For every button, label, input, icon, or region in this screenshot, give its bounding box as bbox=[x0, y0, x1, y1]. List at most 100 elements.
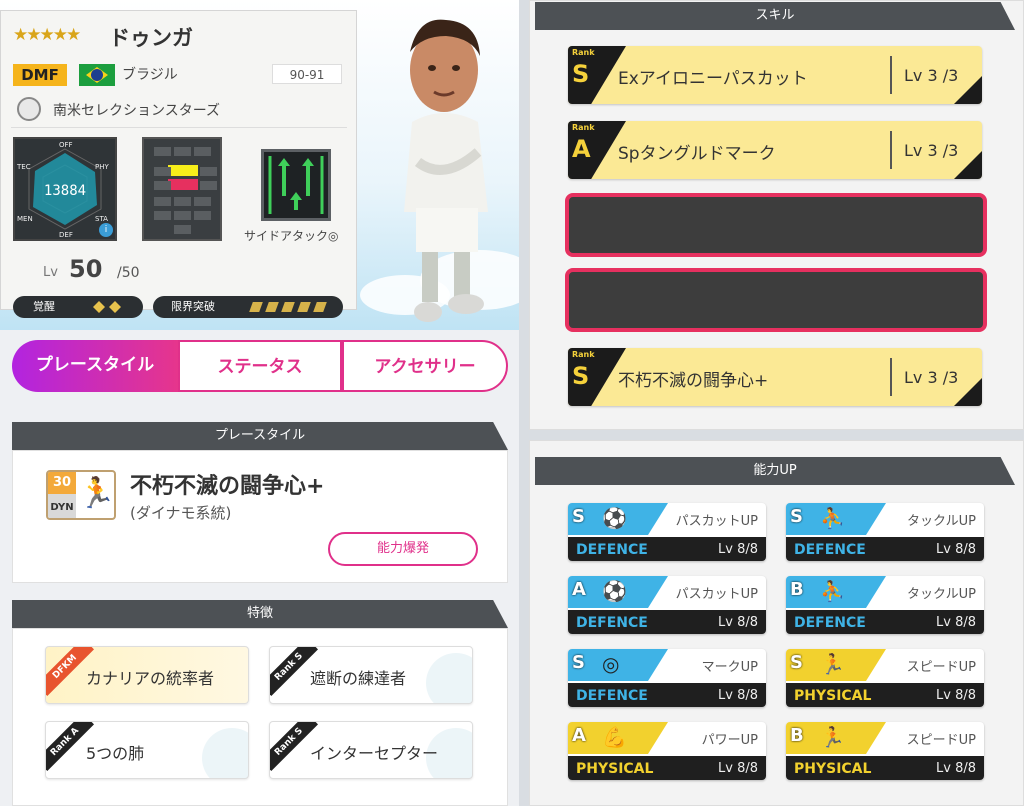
ability-card[interactable]: A ⚽ パスカットUP DEFENCE Lv 8/8 bbox=[568, 576, 766, 634]
ability-name: タックルUP bbox=[907, 514, 976, 529]
ability-rank: S bbox=[572, 652, 585, 673]
ability-burst-button[interactable]: 能力爆発 bbox=[328, 532, 478, 566]
ability-name: パスカットUP bbox=[675, 514, 758, 529]
ability-category: PHYSICAL bbox=[576, 761, 654, 777]
ability-card[interactable]: A 💪 パワーUP PHYSICAL Lv 8/8 bbox=[568, 722, 766, 780]
ability-icon: ⛹ bbox=[820, 579, 845, 603]
playstyle-subtitle: (ダイナモ系統) bbox=[130, 504, 232, 522]
ability-category: DEFENCE bbox=[576, 615, 648, 631]
trait-item[interactable]: Rank S インターセプター bbox=[269, 721, 473, 779]
ability-category: DEFENCE bbox=[794, 542, 866, 558]
trait-item[interactable]: DFKM カナリアの統率者 bbox=[45, 646, 249, 704]
skill-level: Lv 3 /3 bbox=[904, 368, 959, 387]
radar-men-label: MEN bbox=[17, 215, 33, 223]
trait-label: カナリアの統率者 bbox=[86, 669, 215, 688]
rarity-stars: ★★★★★ bbox=[13, 25, 81, 45]
skills-header: スキル bbox=[535, 2, 1015, 30]
ability-rank: B bbox=[790, 725, 804, 746]
trait-label: 5つの肺 bbox=[86, 744, 145, 763]
team-logo-icon bbox=[17, 97, 41, 121]
ability-icon: 🏃 bbox=[820, 725, 845, 749]
skill-card[interactable]: Rank A Spタングルドマーク Lv 3 /3 bbox=[568, 121, 982, 179]
nation-label: ブラジル bbox=[122, 67, 178, 83]
ability-level: Lv 8/8 bbox=[718, 688, 758, 703]
ability-name: マークUP bbox=[701, 660, 758, 675]
ability-name: スピードUP bbox=[906, 660, 976, 675]
ability-icon: ◎ bbox=[602, 652, 620, 676]
ability-level: Lv 8/8 bbox=[936, 761, 976, 776]
ability-name: スピードUP bbox=[906, 733, 976, 748]
tab-status[interactable]: ステータス bbox=[178, 340, 342, 392]
radar-phy-label: PHY bbox=[95, 163, 109, 171]
limit-break-bar: 限界突破 bbox=[153, 296, 343, 318]
brazil-flag-icon bbox=[79, 64, 115, 86]
ability-card[interactable]: S ◎ マークUP DEFENCE Lv 8/8 bbox=[568, 649, 766, 707]
ability-header: 能力UP bbox=[535, 457, 1015, 485]
era-label: 90-91 bbox=[272, 64, 342, 84]
awaken-diamond-icon bbox=[93, 301, 105, 313]
player-card: ★★★★★ ドゥンガ DMF ブラジル 90-91 南米セレクションスターズ O… bbox=[0, 10, 357, 318]
player-figure bbox=[388, 12, 500, 337]
ability-level: Lv 8/8 bbox=[718, 761, 758, 776]
ability-level: Lv 8/8 bbox=[718, 615, 758, 630]
trait-item[interactable]: Rank A 5つの肺 bbox=[45, 721, 249, 779]
trait-item[interactable]: Rank S 遮断の練達者 bbox=[269, 646, 473, 704]
radar-def-label: DEF bbox=[59, 231, 73, 239]
ability-card[interactable]: S ⚽ パスカットUP DEFENCE Lv 8/8 bbox=[568, 503, 766, 561]
badge-number: 30 bbox=[48, 472, 76, 494]
skill-card[interactable]: Rank S 不朽不滅の闘争心+ Lv 3 /3 bbox=[568, 348, 982, 406]
tab-accessory[interactable]: アクセサリー bbox=[342, 340, 508, 392]
divider bbox=[11, 127, 347, 128]
ability-card[interactable]: S ⛹ タックルUP DEFENCE Lv 8/8 bbox=[786, 503, 984, 561]
ability-rank: B bbox=[790, 579, 804, 600]
player-name: ドゥンガ bbox=[109, 26, 193, 50]
ability-rank: S bbox=[572, 506, 585, 527]
radar-off-label: OFF bbox=[59, 141, 73, 149]
side-attack-icon bbox=[261, 149, 331, 221]
ability-rank: S bbox=[790, 506, 803, 527]
info-icon[interactable]: i bbox=[99, 223, 113, 237]
tab-playstyle[interactable]: プレースタイル bbox=[12, 340, 178, 392]
radar-sta-label: STA bbox=[95, 215, 108, 223]
ability-level: Lv 8/8 bbox=[936, 542, 976, 557]
badge-code: DYN bbox=[48, 494, 76, 518]
side-attack-label: サイドアタック◎ bbox=[244, 229, 339, 243]
playstyle-name: 不朽不滅の闘争心+ bbox=[130, 474, 325, 499]
ability-rank: S bbox=[790, 652, 803, 673]
empty-skill-slot[interactable] bbox=[565, 193, 987, 257]
skill-name: 不朽不滅の闘争心+ bbox=[618, 371, 769, 391]
awaken-diamond-icon bbox=[109, 301, 121, 313]
awaken-bar: 覚醒 bbox=[13, 296, 143, 318]
empty-skill-slot[interactable] bbox=[565, 268, 987, 332]
skill-name: Exアイロニーパスカット bbox=[618, 69, 808, 89]
trait-label: インターセプター bbox=[310, 744, 439, 763]
left-panel: ★★★★★ ドゥンガ DMF ブラジル 90-91 南米セレクションスターズ O… bbox=[0, 0, 519, 806]
ability-card[interactable]: B 🏃 スピードUP PHYSICAL Lv 8/8 bbox=[786, 722, 984, 780]
ability-level: Lv 8/8 bbox=[718, 542, 758, 557]
dynamo-badge-icon: 30 DYN 🏃 bbox=[46, 470, 116, 520]
awaken-label: 覚醒 bbox=[33, 300, 55, 313]
level-value: 50 bbox=[69, 255, 103, 283]
radar-tec-label: TEC bbox=[17, 163, 31, 171]
level-max: /50 bbox=[117, 265, 140, 281]
team-name: 南米セレクションスターズ bbox=[53, 103, 221, 119]
ability-category: DEFENCE bbox=[794, 615, 866, 631]
ability-icon: ⛹ bbox=[820, 506, 845, 530]
ability-name: パスカットUP bbox=[675, 587, 758, 602]
ability-icon: 💪 bbox=[602, 725, 627, 749]
total-power-value: 13884 bbox=[43, 183, 87, 199]
limit-break-label: 限界突破 bbox=[171, 300, 215, 313]
skill-level: Lv 3 /3 bbox=[904, 66, 959, 85]
ability-level: Lv 8/8 bbox=[936, 688, 976, 703]
ability-card[interactable]: B ⛹ タックルUP DEFENCE Lv 8/8 bbox=[786, 576, 984, 634]
ability-name: タックルUP bbox=[907, 587, 976, 602]
ability-icon: ⚽ bbox=[602, 506, 627, 530]
ability-category: DEFENCE bbox=[576, 688, 648, 704]
level-label: Lv bbox=[43, 265, 58, 280]
formation-map bbox=[142, 137, 222, 241]
skill-card[interactable]: Rank S Exアイロニーパスカット Lv 3 /3 bbox=[568, 46, 982, 104]
trait-label: 遮断の練達者 bbox=[310, 669, 407, 688]
ability-name: パワーUP bbox=[701, 733, 758, 748]
ability-card[interactable]: S 🏃 スピードUP PHYSICAL Lv 8/8 bbox=[786, 649, 984, 707]
stats-radar[interactable]: OFF TEC PHY MEN STA DEF 13884 i bbox=[13, 137, 117, 241]
